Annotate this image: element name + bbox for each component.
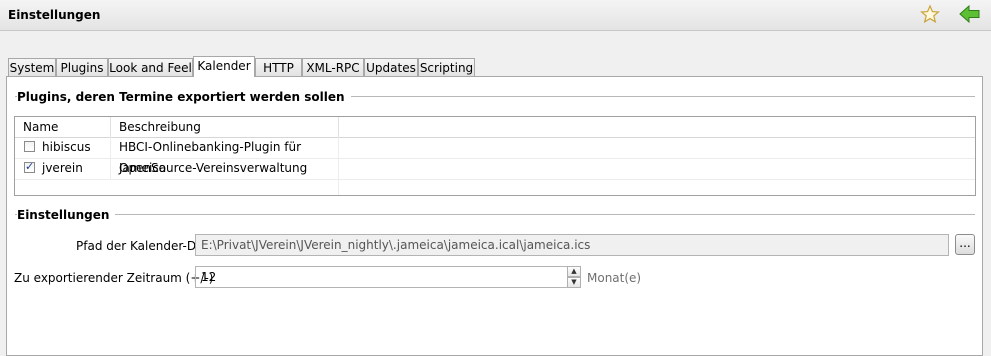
table-row[interactable]: hibiscus HBCI-Onlinebanking-Plugin für J… (15, 137, 975, 175)
range-label: Zu exportierender Zeitraum (+/-) (14, 271, 214, 285)
plugin-description: OpenSource-Vereinsverwaltung (111, 158, 339, 179)
tab-xml-rpc[interactable]: XML-RPC (302, 58, 364, 76)
group-divider (15, 214, 975, 215)
back-arrow-icon[interactable] (959, 5, 981, 23)
row-checkbox[interactable] (24, 141, 35, 152)
plugins-table[interactable]: Name Beschreibung hibiscus HBCI-Onlineba… (14, 116, 976, 196)
star-icon[interactable] (920, 4, 940, 24)
column-header-name[interactable]: Name (15, 117, 111, 137)
tab-updates[interactable]: Updates (364, 58, 418, 76)
calendar-path-field[interactable]: E:\Privat\JVerein\JVerein_nightly\.jamei… (195, 234, 949, 256)
plugins-group-title: Plugins, deren Termine exportiert werden… (17, 90, 351, 104)
empty-cell (111, 179, 339, 195)
window-title: Einstellungen (8, 8, 101, 22)
tab-http[interactable]: HTTP (255, 58, 302, 76)
title-bar: Einstellungen (0, 0, 991, 31)
plugin-name: hibiscus (42, 137, 111, 158)
range-unit: Monat(e) (587, 271, 642, 285)
tab-scripting[interactable]: Scripting (418, 58, 475, 76)
settings-group-title: Einstellungen (17, 208, 116, 222)
plugin-name: jverein (42, 158, 111, 179)
browse-button[interactable]: ... (955, 234, 975, 255)
tab-system[interactable]: System (8, 58, 56, 76)
plugin-description: HBCI-Onlinebanking-Plugin für Jameica (111, 137, 339, 175)
table-empty-row (15, 179, 975, 195)
table-row[interactable]: jverein OpenSource-Vereinsverwaltung (15, 158, 975, 179)
tab-plugins[interactable]: Plugins (56, 58, 108, 76)
range-spinner[interactable]: ▲ ▼ (567, 266, 581, 288)
range-input[interactable]: 12 (195, 266, 568, 288)
kalender-panel: Plugins, deren Termine exportiert werden… (6, 76, 983, 356)
tab-look-and-feel[interactable]: Look and Feel (108, 58, 193, 76)
row-checkbox-checked[interactable] (24, 160, 35, 173)
tab-kalender[interactable]: Kalender (193, 56, 255, 77)
column-header-beschreibung[interactable]: Beschreibung (111, 117, 339, 137)
spin-up-icon[interactable]: ▲ (567, 266, 581, 277)
spin-down-icon[interactable]: ▼ (567, 277, 581, 288)
table-header: Name Beschreibung (15, 117, 975, 138)
